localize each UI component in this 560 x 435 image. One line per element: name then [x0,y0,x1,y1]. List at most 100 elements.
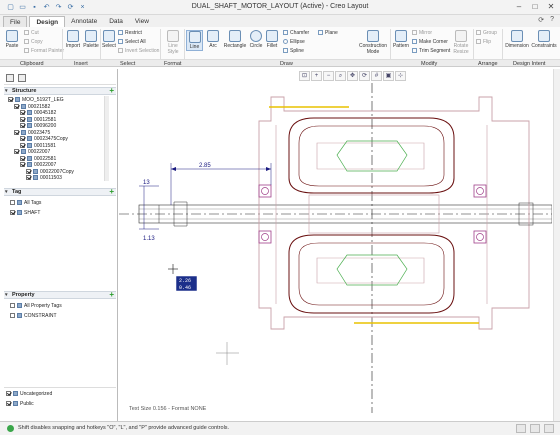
snap-icon[interactable]: ⊹ [395,71,406,81]
grid-icon[interactable]: # [371,71,382,81]
tree-item[interactable]: 00011503 [26,175,62,181]
cut-button[interactable]: Cut [24,30,39,36]
sync-icon[interactable]: ⟳ [538,16,544,24]
left-bearing-top[interactable] [258,184,272,198]
tag-header[interactable]: ▾ Tag + [4,188,116,196]
dimension-vertical-bottom[interactable]: 1.13 [143,236,155,242]
checkbox[interactable] [14,129,19,135]
invert-selection-button[interactable]: Invert Selection [118,48,159,54]
tree-item[interactable]: 00021582 [14,103,50,110]
tree-item[interactable]: All Tags [10,200,41,206]
vertical-scrollbar[interactable] [553,69,560,421]
constraints-button[interactable]: Constraints [530,30,558,49]
add-icon[interactable]: + [109,291,114,299]
checkbox[interactable] [6,391,11,396]
refit-icon[interactable]: ⊡ [299,71,310,81]
select-all-button[interactable]: Select All [118,39,146,45]
checkbox[interactable] [20,110,25,115]
stator-winding-bottom[interactable] [288,234,455,314]
left-bearing-bottom[interactable] [258,230,272,244]
construction-mode-button[interactable]: Construction Mode [358,30,388,55]
import-button[interactable]: Import [64,30,82,49]
zoom-window-icon[interactable]: ⌕ [335,71,346,81]
tree-item[interactable]: SHAFT [10,210,40,216]
zoom-in-icon[interactable]: + [311,71,322,81]
group-button[interactable]: Group [476,30,497,36]
rotate-resize-button[interactable]: Rotate Resize [452,30,470,55]
tree-item[interactable]: 00023475Copy [20,136,68,142]
paste-button[interactable]: Paste [3,30,21,49]
circle-button[interactable]: Circle [248,30,264,49]
repaint-icon[interactable]: ⟳ [359,71,370,81]
pan-icon[interactable]: ✥ [347,71,358,81]
minimize-button[interactable]: – [514,2,524,11]
tab-annotate[interactable]: Annotate [65,16,103,27]
checkbox[interactable] [10,313,15,318]
tree-icon[interactable] [18,74,26,82]
fullscreen-icon[interactable] [544,424,554,433]
checkbox[interactable] [26,175,31,180]
selection-filter-icon[interactable] [516,424,526,433]
right-bearing-bottom[interactable] [473,230,487,244]
right-bearing-top[interactable] [473,184,487,198]
arc-button[interactable]: Arc [205,30,221,49]
dimension-horizontal[interactable]: 2.85 [199,163,211,169]
checkbox[interactable] [20,123,25,128]
tree-item[interactable]: 00012581 [20,116,56,123]
checkbox[interactable] [10,303,15,308]
mirror-button[interactable]: Mirror [412,30,432,36]
make-corner-button[interactable]: Make Corner [412,39,448,45]
tree-item[interactable]: 00045182 [20,110,56,116]
tab-view[interactable]: View [129,16,155,27]
stator-winding-top[interactable] [288,117,455,194]
chamfer-button[interactable]: Chamfer [283,30,309,36]
tree-item[interactable]: 00023475 [14,129,50,136]
dimension-button[interactable]: Dimension [505,30,529,49]
add-icon[interactable]: + [109,188,114,196]
plane-button[interactable]: Plane [318,30,338,36]
drawing-canvas[interactable]: 2.85 13 1.13 2.26 0.46 [119,83,552,413]
checkbox[interactable] [8,97,13,102]
restrict-checkbox[interactable]: Restrict [118,30,142,36]
checkbox[interactable] [20,136,25,141]
checkbox[interactable] [14,103,19,109]
tree-item[interactable]: 00022007Copy [26,168,74,175]
tree-item[interactable]: CONSTRAINT [10,313,57,319]
checkbox[interactable] [10,200,15,205]
checkbox[interactable] [6,401,11,406]
checkbox[interactable] [20,162,25,167]
checkbox[interactable] [26,168,31,174]
format-painter-button[interactable]: Format Painter [24,48,64,54]
trim-segment-button[interactable]: Trim Segment [412,48,450,54]
tab-design[interactable]: Design [29,16,66,27]
display-style-icon[interactable]: ▣ [383,71,394,81]
rectangle-button[interactable]: Rectangle [223,30,247,49]
line-button[interactable]: Line [186,30,203,51]
help-icon[interactable]: ? [550,16,554,24]
copy-button[interactable]: Copy [24,39,43,45]
tree-item[interactable]: 00096200 [20,123,56,129]
model-tree-toggle-icon[interactable] [530,424,540,433]
checkbox[interactable] [20,116,25,122]
tab-file[interactable]: File [3,16,28,27]
tree-item[interactable]: 00022007 [14,149,50,155]
close-button[interactable]: ✕ [546,2,556,11]
add-icon[interactable]: + [109,87,114,95]
tree-item[interactable]: All Property Tags [10,303,62,309]
tab-data[interactable]: Data [103,16,129,27]
ellipse-button[interactable]: Ellipse [283,39,305,45]
maximize-button[interactable]: □ [530,2,540,11]
line-style-button[interactable]: Line Style [164,30,182,55]
tree-item[interactable]: Uncategorized [6,391,52,397]
checkbox[interactable] [10,210,15,215]
tree-item[interactable]: 00011581 [20,142,56,149]
select-button[interactable]: Select [101,30,117,49]
motor-housing[interactable] [258,96,530,330]
tree-item[interactable]: 00022581 [20,155,56,162]
tree-item[interactable]: Public [6,401,34,407]
tree-item[interactable]: MOO_5192T_LEG [8,97,64,103]
fillet-button[interactable]: Fillet [265,30,279,49]
graphics-area[interactable]: ⊡ + − ⌕ ✥ ⟳ # ▣ ⊹ 2.85 13 1.13 2.26 0.46… [119,69,560,421]
tree-item[interactable]: 00022007 [20,162,56,168]
structure-header[interactable]: ▾ Structure + [4,87,116,95]
